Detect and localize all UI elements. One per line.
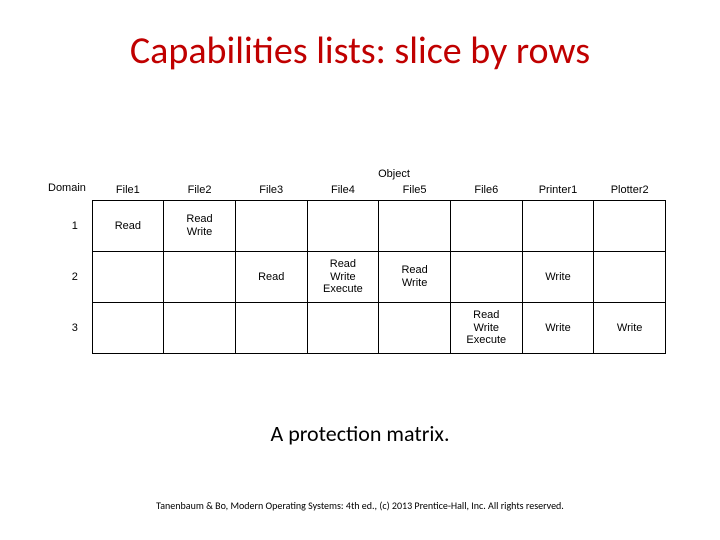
cell: [379, 201, 451, 252]
cell: Write: [594, 303, 666, 354]
cell-line: Read: [308, 258, 379, 271]
col-header: Printer1: [522, 182, 594, 201]
col-header: File1: [92, 182, 164, 201]
matrix-table: File1 File2 File3 File4 File5 File6 Prin…: [58, 182, 666, 354]
col-header: File5: [379, 182, 451, 201]
table-row: 2 Read Read Write Execute Read Write Wri…: [58, 252, 666, 303]
header-row: File1 File2 File3 File4 File5 File6 Prin…: [58, 182, 666, 201]
cell: Read Write: [379, 252, 451, 303]
cell: [522, 201, 594, 252]
cell-line: Write: [379, 277, 450, 290]
slide-title: Capabilities lists: slice by rows: [0, 28, 720, 74]
col-header: File4: [307, 182, 379, 201]
table-row: 3 Read Write Execute Write Write: [58, 303, 666, 354]
cell-line: Execute: [451, 334, 522, 347]
cell-line: Read: [164, 213, 235, 226]
copyright-footer: Tanenbaum & Bo, Modern Operating Systems…: [0, 499, 720, 512]
cell: Read Write: [164, 201, 236, 252]
cell: Read Write Execute: [450, 303, 522, 354]
cell: Write: [522, 303, 594, 354]
col-header: Plotter2: [594, 182, 666, 201]
col-header: File3: [235, 182, 307, 201]
cell: [92, 303, 164, 354]
figure-caption: A protection matrix.: [0, 420, 720, 447]
columns-axis-label: Object: [122, 168, 666, 180]
col-header: File6: [450, 182, 522, 201]
cell: [379, 303, 451, 354]
cell: Read: [92, 201, 164, 252]
cell: Read: [235, 252, 307, 303]
row-header: 2: [58, 252, 92, 303]
cell: [235, 303, 307, 354]
cell-line: Read: [451, 309, 522, 322]
cell-line: Write: [451, 322, 522, 335]
table-row: 1 Read Read Write: [58, 201, 666, 252]
slide: Capabilities lists: slice by rows Object…: [0, 0, 720, 540]
protection-matrix: Object Domain File1 File2 File3 File4 Fi…: [58, 168, 666, 354]
cell: Read Write Execute: [307, 252, 379, 303]
rows-axis-label: Domain: [48, 182, 86, 194]
cell: [92, 252, 164, 303]
cell: [450, 201, 522, 252]
row-header: 1: [58, 201, 92, 252]
cell: [164, 303, 236, 354]
cell: [307, 303, 379, 354]
cell: [164, 252, 236, 303]
cell: [450, 252, 522, 303]
cell-line: Read: [379, 264, 450, 277]
cell: [307, 201, 379, 252]
cell: [594, 201, 666, 252]
cell-line: Write: [308, 271, 379, 284]
cell-line: Write: [164, 226, 235, 239]
cell: [594, 252, 666, 303]
row-header: 3: [58, 303, 92, 354]
cell: [235, 201, 307, 252]
cell-line: Execute: [308, 283, 379, 296]
col-header: File2: [164, 182, 236, 201]
cell: Write: [522, 252, 594, 303]
